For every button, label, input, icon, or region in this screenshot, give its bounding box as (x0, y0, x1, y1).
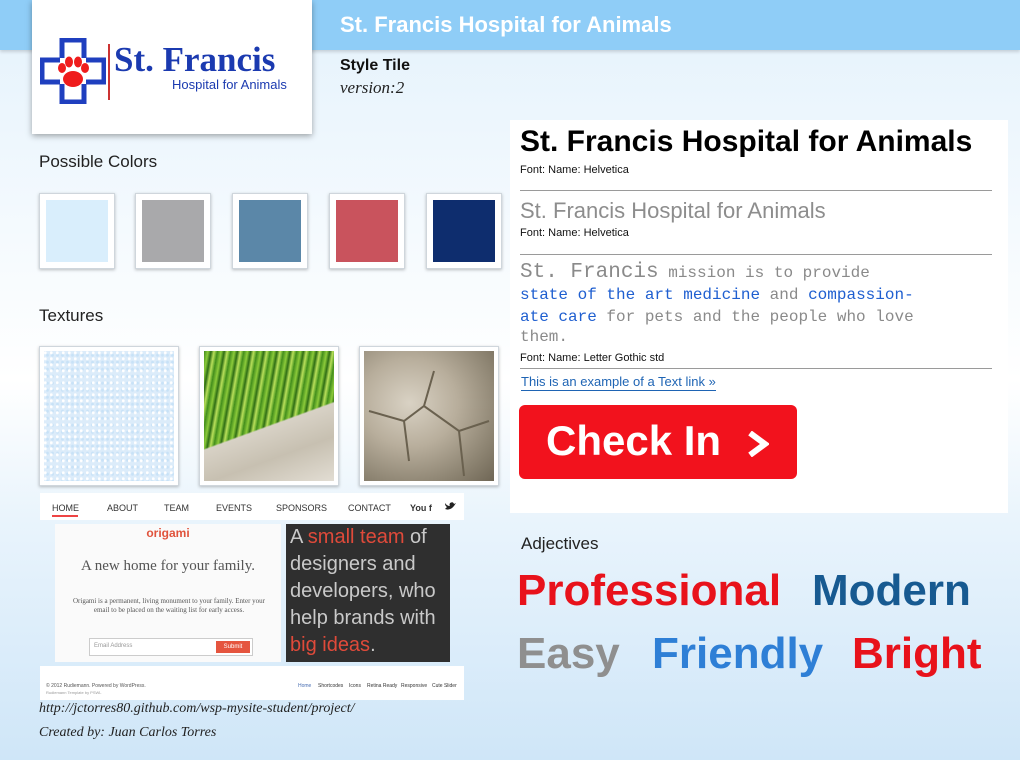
mockup-nav-bar: HOME ABOUT TEAM EVENTS SPONSORS CONTACT … (40, 493, 464, 520)
mockup-email-placeholder: Email Address (94, 643, 133, 649)
color-swatch-fill (336, 200, 398, 262)
colors-section-label: Possible Colors (39, 152, 158, 171)
logo-card: St. Francis Hospital for Animals (32, 0, 312, 134)
text-link-example[interactable]: This is an example of a Text link » (521, 374, 716, 391)
body-text: and (760, 286, 809, 304)
color-swatch-fill (46, 200, 108, 262)
mockup-tagline-highlight2: big ideas (290, 634, 371, 656)
mockup-footer-link[interactable]: Shortcodes (318, 683, 343, 689)
color-swatch (39, 193, 115, 269)
page-title: St. Francis Hospital for Animals (340, 12, 672, 37)
mockup-nav-sponsors[interactable]: SPONSORS (276, 503, 327, 513)
mockup-body: Origami is a permanent, living monument … (72, 597, 265, 615)
mockup-nav-events[interactable]: EVENTS (216, 503, 252, 513)
adjective-friendly: Friendly (652, 629, 824, 678)
mockup-tagline-panel: A small team of designers and developers… (286, 524, 450, 662)
body-lead: St. Francis (520, 261, 659, 284)
color-swatch-fill (239, 200, 301, 262)
body-text: mission is to provide (658, 264, 870, 282)
mockup-social-icons[interactable]: You f (410, 503, 432, 513)
green-grass-texture (199, 346, 339, 486)
chevron-right-icon (748, 431, 769, 457)
mockup-brand: origami (146, 526, 190, 540)
adjective-bright: Bright (852, 629, 982, 678)
heading1-font-caption: Font: Name: Helvetica (520, 164, 629, 176)
check-in-label: Check In (546, 417, 722, 464)
color-swatch-fill (433, 200, 495, 262)
light-blue-speckle-texture (39, 346, 179, 486)
check-in-button[interactable]: Check In (519, 405, 797, 479)
color-swatch (232, 193, 308, 269)
mockup-headline: A new home for your family. (81, 558, 255, 574)
logo-name: St. Francis (114, 40, 276, 79)
mockup-footer-copy2: Rudiemann Template by PSWL (46, 690, 102, 695)
mockup-tagline-e: . (370, 634, 376, 656)
mockup-tagline-highlight: small team (307, 526, 405, 548)
heading2-font-caption: Font: Name: Helvetica (520, 227, 629, 239)
body-inline-link[interactable]: compassion- (808, 286, 914, 304)
divider (520, 254, 992, 255)
mockup-footer-link[interactable]: Responsive (401, 683, 427, 689)
mockup-submit-button[interactable]: Submit (216, 641, 250, 653)
mockup-footer: © 2012 Rudiemann. Powered by WordPress. … (40, 666, 464, 700)
heading2-sample: St. Francis Hospital for Animals (520, 198, 826, 223)
adjective-professional: Professional (517, 566, 782, 615)
crack-lines (368, 370, 490, 477)
mockup-nav-about[interactable]: ABOUT (107, 503, 138, 513)
mockup-footer-link[interactable]: Home (298, 683, 311, 689)
mockup-nav-team[interactable]: TEAM (164, 503, 189, 513)
divider (520, 190, 992, 191)
mockup-nav-home[interactable]: HOME (52, 503, 79, 513)
body-inline-link[interactable]: ate care (520, 308, 597, 326)
mockup-email-field[interactable]: Email Address Submit (89, 638, 253, 656)
color-swatch-fill (142, 200, 204, 262)
version-label: version:2 (340, 78, 405, 97)
mockup-tagline-a: A (290, 526, 308, 548)
mockup-hero: origami A new home for your family. Orig… (55, 524, 281, 662)
mockup-nav-contact[interactable]: CONTACT (348, 503, 391, 513)
mockup-footer-link[interactable]: Retina Ready (367, 683, 397, 689)
author-credit: Created by: Juan Carlos Torres (39, 725, 217, 740)
style-tile-label: Style Tile (340, 57, 410, 74)
body-inline-link[interactable]: state of the art medicine (520, 286, 760, 304)
project-url[interactable]: http://jctorres80.github.com/wsp-mysite-… (39, 701, 354, 717)
twitter-icon[interactable] (445, 501, 456, 511)
cracked-earth-texture (359, 346, 499, 486)
body-text: for pets and the people who love (596, 308, 914, 326)
color-swatch (329, 193, 405, 269)
paw-cross-icon (40, 38, 106, 104)
adjective-modern: Modern (812, 566, 971, 615)
logo-subtitle: Hospital for Animals (172, 77, 287, 92)
adjectives-section-label: Adjectives (521, 534, 599, 553)
mockup-nav-active-underline (52, 515, 78, 517)
heading1-sample: St. Francis Hospital for Animals (520, 125, 973, 158)
body-font-caption: Font: Name: Letter Gothic std (520, 352, 665, 364)
color-swatch (135, 193, 211, 269)
adjective-easy: Easy (517, 629, 620, 678)
body-text: them. (520, 328, 569, 346)
mockup-footer-link[interactable]: Cute Slider (432, 683, 457, 689)
logo-divider (108, 44, 110, 100)
color-swatch (426, 193, 502, 269)
body-sample: St. Francis mission is to provide state … (520, 261, 990, 347)
mockup-footer-link[interactable]: Icons (349, 683, 361, 689)
textures-section-label: Textures (39, 306, 104, 325)
divider (520, 368, 992, 369)
mockup-footer-copy: © 2012 Rudiemann. Powered by WordPress. (46, 683, 146, 689)
